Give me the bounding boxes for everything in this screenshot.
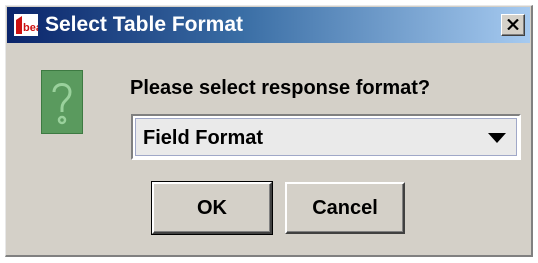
selected-format-value: Field Format bbox=[143, 127, 264, 149]
title-bar[interactable]: bea Select Table Format bbox=[7, 7, 530, 43]
select-table-format-dialog: bea Select Table Format Please select re… bbox=[5, 5, 533, 257]
chevron-down-icon[interactable] bbox=[488, 133, 506, 143]
ok-button[interactable]: OK bbox=[151, 181, 273, 235]
prompt-label: Please select response format? bbox=[130, 77, 431, 99]
window-title: Select Table Format bbox=[45, 13, 244, 36]
response-format-select-field[interactable]: Field Format bbox=[135, 118, 517, 156]
bea-logo-icon: bea bbox=[14, 14, 38, 36]
cancel-button[interactable]: Cancel bbox=[285, 182, 405, 234]
close-icon bbox=[507, 19, 519, 30]
question-icon bbox=[41, 70, 83, 134]
svg-text:bea: bea bbox=[23, 22, 38, 34]
close-button[interactable] bbox=[501, 14, 525, 36]
response-format-select[interactable]: Field Format bbox=[131, 114, 521, 160]
